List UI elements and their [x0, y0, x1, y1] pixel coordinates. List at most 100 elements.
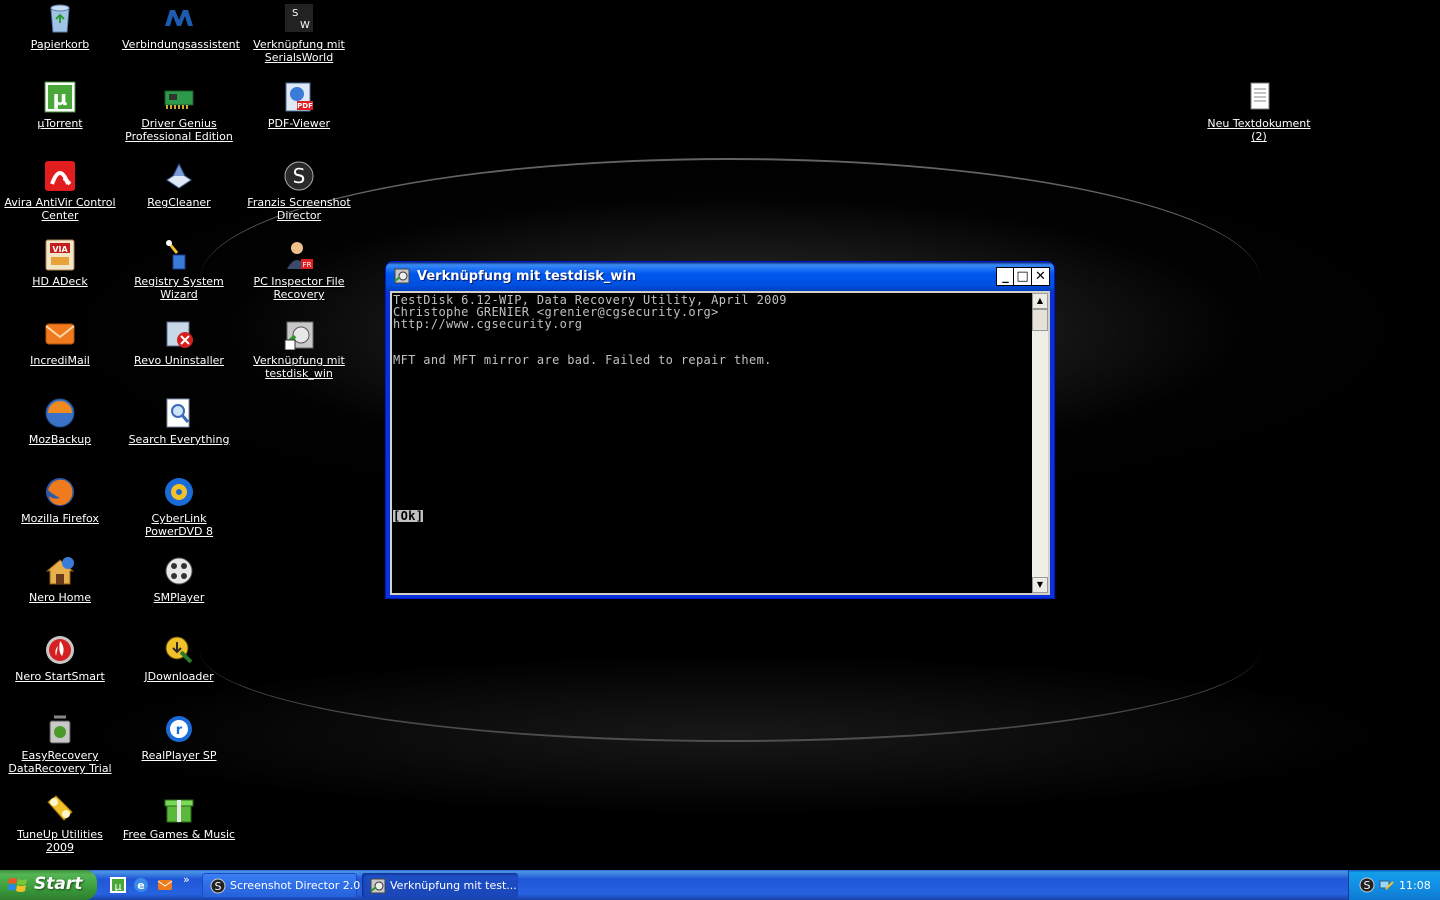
svg-text:W: W	[300, 20, 310, 31]
desktop-icon-search-everything[interactable]: Search Everything	[122, 397, 236, 446]
desktop-icon-testdisk[interactable]: Verknüpfung mit testdisk_win	[242, 318, 356, 380]
recycle-bin-icon	[44, 2, 76, 34]
utorrent-icon: µ	[44, 81, 76, 113]
mail-envelope-icon	[44, 318, 76, 350]
clock[interactable]: 11:08	[1399, 879, 1431, 892]
smplayer-icon	[163, 555, 195, 587]
hd-adeck-icon: VIA	[44, 239, 76, 271]
svg-text:S: S	[215, 880, 222, 893]
testdisk-shortcut-icon	[283, 318, 315, 351]
desktop-icon-firefox[interactable]: Mozilla Firefox	[3, 476, 117, 525]
svg-text:FR: FR	[303, 261, 312, 269]
svg-text:VIA: VIA	[52, 245, 68, 254]
svg-text:r: r	[176, 723, 183, 738]
desktop-icon-serialsworld[interactable]: SW Verknüpfung mit SerialsWorld	[242, 2, 356, 64]
quicklaunch-incredimail-icon[interactable]	[157, 877, 173, 893]
console-error-message: MFT and MFT mirror are bad. Failed to re…	[393, 353, 772, 367]
tray-screenshot-director-icon[interactable]: S	[1359, 877, 1375, 893]
nero-home-icon	[44, 555, 76, 587]
desktop-icon-verbindungsassistent[interactable]: Verbindungsassistent	[122, 2, 240, 51]
svg-text:S: S	[292, 8, 298, 19]
svg-text:S: S	[1364, 879, 1371, 892]
revo-uninstaller-icon	[163, 318, 195, 350]
network-wizard-icon	[163, 2, 195, 34]
desktop-icon-pdf-viewer[interactable]: PDF PDF-Viewer	[242, 81, 356, 130]
windows-logo-icon	[7, 876, 28, 894]
close-icon: ✕	[1035, 269, 1046, 284]
desktop-icon-franzis[interactable]: S Franzis Screenshot Director	[242, 160, 356, 222]
taskbar-button-label: Screenshot Director 2.0	[230, 879, 361, 892]
desktop-icon-tuneup[interactable]: TuneUp Utilities 2009	[3, 792, 117, 854]
regcleaner-icon	[163, 160, 195, 192]
taskbar: Start µ e » S Screenshot Director 2.0 Ve…	[0, 870, 1440, 900]
realplayer-icon: r	[163, 713, 195, 745]
quicklaunch-utorrent-icon[interactable]: µ	[110, 877, 126, 893]
vertical-scrollbar[interactable]: ▲ ▼	[1032, 293, 1048, 593]
window-body: TestDisk 6.12-WIP, Data Recovery Utility…	[390, 291, 1050, 595]
ok-button[interactable]: [Ok]	[393, 510, 424, 522]
svg-text:µ: µ	[115, 880, 122, 893]
svg-text:PDF: PDF	[297, 102, 313, 110]
desktop-icon-smplayer[interactable]: SMPlayer	[122, 555, 236, 604]
desktop-icon-incredimail[interactable]: IncrediMail	[3, 318, 117, 367]
powerdvd-icon	[163, 476, 195, 508]
desktop-icon-mozbackup[interactable]: MozBackup	[3, 397, 117, 446]
quicklaunch-ie-icon[interactable]: e	[133, 877, 149, 893]
pc-inspector-icon: FR	[283, 239, 315, 271]
scroll-down-arrow-icon[interactable]: ▼	[1032, 577, 1048, 593]
testdisk-window[interactable]: Verknüpfung mit testdisk_win _ □ ✕ TestD…	[386, 262, 1054, 598]
scroll-up-arrow-icon[interactable]: ▲	[1032, 293, 1048, 309]
start-button[interactable]: Start	[0, 870, 97, 900]
desktop-icon-regcleaner[interactable]: RegCleaner	[122, 160, 236, 209]
desktop-icon-realplayer[interactable]: r RealPlayer SP	[122, 713, 236, 762]
testdisk-shortcut-icon[interactable]	[394, 268, 410, 284]
console-output[interactable]: TestDisk 6.12-WIP, Data Recovery Utility…	[392, 293, 1032, 593]
maximize-icon: □	[1016, 269, 1029, 284]
text-document-icon	[1243, 81, 1275, 113]
avira-umbrella-icon	[44, 160, 76, 192]
desktop-icon-pc-inspector[interactable]: FR PC Inspector File Recovery	[242, 239, 356, 301]
svg-text:S: S	[293, 164, 306, 188]
desktop-icon-easyrecovery[interactable]: EasyRecovery DataRecovery Trial	[3, 713, 117, 775]
wizard-icon	[163, 239, 195, 271]
quicklaunch-chevron-icon[interactable]: »	[183, 873, 199, 889]
desktop-icon-free-games[interactable]: Free Games & Music	[122, 792, 236, 841]
gift-box-icon	[163, 792, 195, 824]
maximize-button[interactable]: □	[1013, 267, 1032, 286]
desktop: Papierkorb µ µTorrent Avira AntiVir Cont…	[0, 0, 1440, 870]
desktop-icon-revo[interactable]: Revo Uninstaller	[122, 318, 236, 367]
desktop-icon-papierkorb[interactable]: Papierkorb	[3, 2, 117, 51]
jdownloader-icon	[163, 634, 195, 666]
tuneup-icon	[44, 792, 76, 824]
svg-text:e: e	[137, 879, 144, 892]
search-document-icon	[163, 397, 195, 429]
desktop-icon-utorrent[interactable]: µ µTorrent	[3, 81, 117, 130]
screenshot-director-icon: S	[283, 160, 315, 192]
close-button[interactable]: ✕	[1031, 267, 1050, 286]
taskbar-button-screenshot-director[interactable]: S Screenshot Director 2.0	[202, 873, 361, 898]
start-label: Start	[34, 874, 83, 894]
desktop-icon-powerdvd[interactable]: CyberLink PowerDVD 8	[122, 476, 236, 538]
svg-text:µ: µ	[53, 86, 68, 110]
desktop-icon-driver-genius[interactable]: Driver Genius Professional Edition	[122, 81, 236, 143]
mozbackup-icon	[44, 397, 76, 429]
desktop-icon-jdownloader[interactable]: JDownloader	[122, 634, 236, 683]
pdf-icon: PDF	[283, 81, 315, 113]
desktop-icon-nero-startsmart[interactable]: Nero StartSmart	[3, 634, 117, 683]
desktop-icon-registry-wizard[interactable]: Registry System Wizard	[122, 239, 236, 301]
taskbar-button-testdisk[interactable]: Verknüpfung mit test...	[362, 873, 518, 898]
scroll-thumb[interactable]	[1032, 309, 1048, 331]
window-titlebar[interactable]: Verknüpfung mit testdisk_win _ □ ✕	[386, 262, 1054, 291]
desktop-icon-avira[interactable]: Avira AntiVir Control Center	[3, 160, 117, 222]
driver-card-icon	[163, 81, 195, 113]
easyrecovery-icon	[44, 713, 76, 745]
desktop-icon-nero-home[interactable]: Nero Home	[3, 555, 117, 604]
system-tray: S 11:08	[1348, 870, 1440, 900]
desktop-icon-neu-textdokument[interactable]: Neu Textdokument (2)	[1202, 81, 1316, 143]
desktop-icon-hd-adeck[interactable]: VIA HD ADeck	[3, 239, 117, 288]
serialsworld-icon: SW	[283, 2, 315, 34]
tray-network-icon[interactable]	[1378, 877, 1394, 893]
testdisk-shortcut-icon	[370, 878, 386, 894]
minimize-icon: _	[1002, 269, 1009, 284]
nero-flame-icon	[44, 634, 76, 666]
